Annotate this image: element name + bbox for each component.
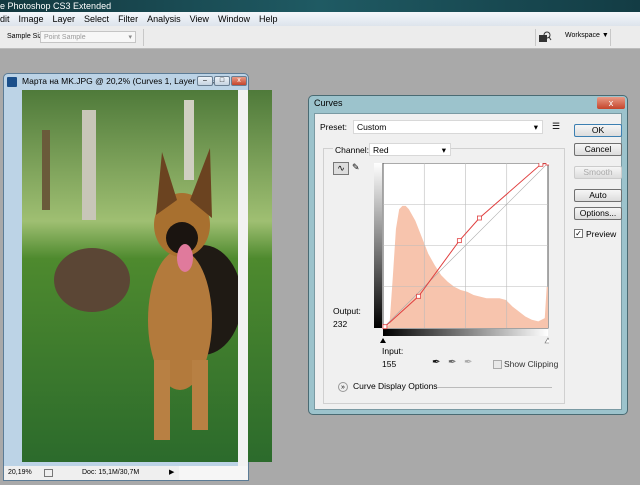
white-eyedropper-icon[interactable]: ✒ — [464, 357, 472, 368]
document-window: Марта на MK.JPG @ 20,2% (Curves 1, Layer… — [3, 73, 272, 481]
menu-filter[interactable]: Filter — [118, 12, 138, 26]
black-point-slider — [380, 338, 386, 343]
preview-checkbox[interactable]: ✓ — [574, 229, 583, 238]
curve-point — [538, 163, 544, 167]
divider — [535, 29, 536, 46]
divider — [143, 29, 144, 46]
menu-layer[interactable]: Layer — [53, 12, 76, 26]
cancel-button[interactable]: Cancel — [574, 143, 622, 156]
pencil-tool-icon[interactable]: ✎ — [352, 162, 360, 173]
output-value: 232 — [333, 319, 348, 329]
curve-point — [477, 215, 482, 221]
menu-window[interactable]: Window — [218, 12, 250, 26]
bridge-search-icon[interactable] — [538, 31, 552, 43]
curve-graph[interactable] — [374, 163, 549, 345]
output-gradient-bar — [374, 163, 382, 328]
input-value: 155 — [382, 359, 397, 369]
status-arrow-icon[interactable]: ▶ — [169, 466, 174, 480]
preset-options-icon[interactable]: ☰ — [552, 121, 560, 132]
maximize-button[interactable]: □ — [214, 76, 230, 86]
show-clipping-checkbox[interactable] — [493, 360, 502, 369]
preset-label: Preset: — [320, 122, 347, 132]
sample-size-select[interactable]: Point Sample — [40, 31, 136, 43]
options-button[interactable]: Options... — [574, 207, 622, 220]
menu-image[interactable]: Image — [19, 12, 44, 26]
curve-point — [545, 163, 549, 166]
curve-display-options[interactable]: Curve Display Options — [353, 381, 438, 391]
zoom-level[interactable]: 20,19% — [8, 466, 32, 480]
preview-label: Preview — [586, 229, 617, 239]
input-label: Input: — [382, 346, 404, 356]
menu-edit[interactable]: dit — [0, 12, 10, 26]
dialog-close-button[interactable]: x — [597, 97, 625, 109]
menu-select[interactable]: Select — [84, 12, 109, 26]
photoshop-document-icon — [7, 77, 17, 87]
workspace-menu[interactable]: Workspace ▼ — [565, 32, 609, 39]
curve-edit-tool-icon[interactable]: ∿ — [333, 162, 349, 175]
output-label: Output: — [333, 306, 361, 316]
menu-bar: dit Image Layer Select Filter Analysis V… — [0, 12, 640, 26]
show-clipping-label: Show Clipping — [504, 359, 559, 369]
ok-button[interactable]: OK — [574, 124, 622, 137]
curve-point — [456, 238, 462, 244]
gray-eyedropper-icon[interactable]: ✒ — [448, 357, 456, 368]
menu-analysis[interactable]: Analysis — [147, 12, 181, 26]
black-eyedropper-icon[interactable]: ✒ — [432, 357, 440, 368]
horizontal-scrollbar[interactable] — [179, 466, 248, 480]
curves-body: Preset: Custom ☰ Channel: Red ∿ ✎ Output… — [314, 113, 622, 410]
input-gradient-bar — [383, 329, 548, 336]
curves-dialog: Curves x Preset: Custom ☰ Channel: Red ∿… — [308, 95, 628, 415]
document-image[interactable] — [22, 90, 272, 462]
curve-point — [416, 293, 421, 299]
expand-icon[interactable]: » — [338, 382, 348, 392]
minimize-button[interactable]: – — [197, 76, 213, 86]
vertical-scrollbar[interactable] — [238, 90, 248, 468]
close-button[interactable]: x — [231, 76, 247, 86]
options-bar: Sample Size: Point Sample Workspace ▼ — [0, 26, 640, 49]
white-point-slider — [544, 337, 549, 344]
status-bar: 20,19% Doc: 15,1M/30,7M ▶ — [4, 466, 248, 480]
curves-title: Curves — [314, 98, 343, 108]
auto-button[interactable]: Auto — [574, 189, 622, 202]
document-title-bar[interactable]: Марта на MK.JPG @ 20,2% (Curves 1, Layer… — [4, 74, 248, 89]
channel-label: Channel: — [333, 145, 372, 155]
menu-help[interactable]: Help — [259, 12, 278, 26]
preset-select[interactable]: Custom — [353, 120, 543, 134]
doc-size: Doc: 15,1M/30,7M — [82, 469, 140, 476]
app-title: e Photoshop CS3 Extended — [0, 1, 112, 11]
curve-point — [382, 324, 388, 330]
app-title-bar: e Photoshop CS3 Extended — [0, 0, 640, 12]
smooth-button: Smooth — [574, 166, 622, 179]
divider — [437, 387, 552, 388]
status-menu-icon[interactable] — [44, 469, 53, 477]
channel-select[interactable]: Red — [369, 143, 451, 156]
divider — [610, 29, 611, 46]
menu-view[interactable]: View — [190, 12, 209, 26]
